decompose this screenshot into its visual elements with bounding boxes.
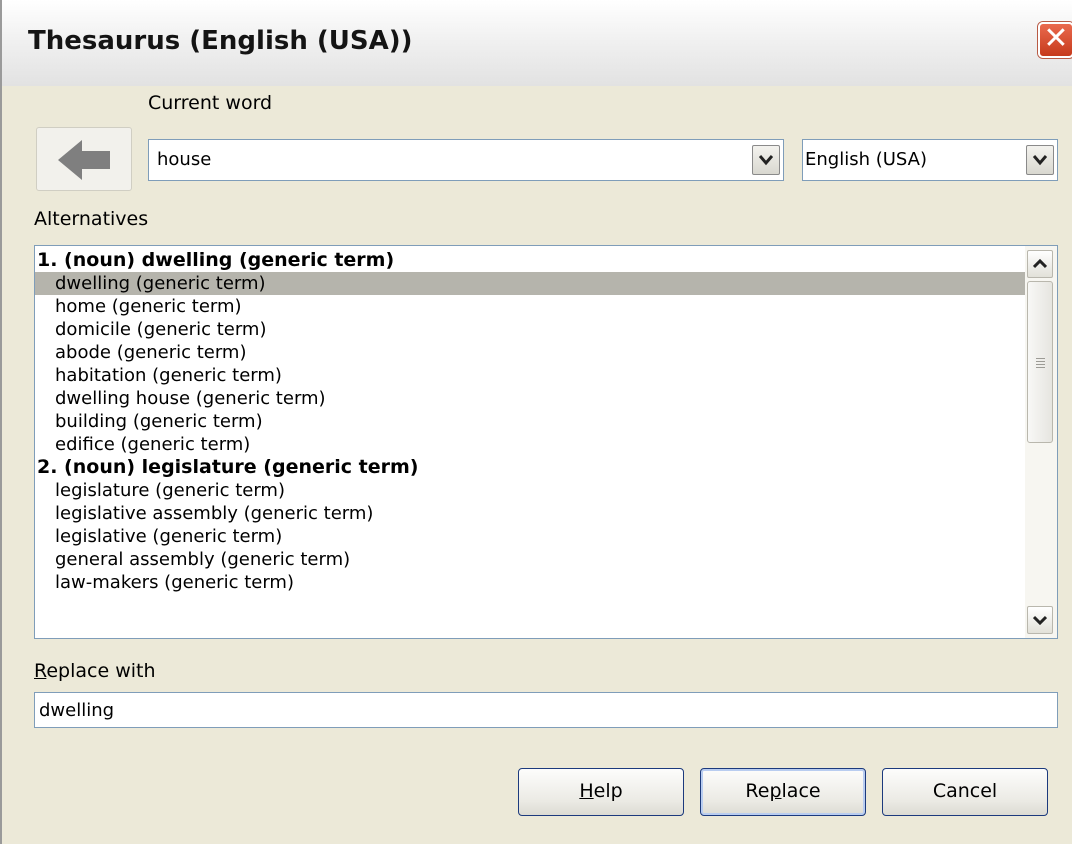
replace-with-input[interactable]: dwelling xyxy=(34,692,1058,728)
alternative-item[interactable]: domicile (generic term) xyxy=(35,318,1025,341)
alternative-item[interactable]: legislative assembly (generic term) xyxy=(35,502,1025,525)
alternative-item[interactable]: legislature (generic term) xyxy=(35,479,1025,502)
alternatives-label: Alternatives xyxy=(34,208,149,230)
scroll-down-button[interactable] xyxy=(1027,606,1053,634)
alternatives-listbox[interactable]: 1. (noun) dwelling (generic term) dwelli… xyxy=(34,245,1058,639)
replace-button[interactable]: Replace xyxy=(700,768,866,816)
alternative-item[interactable]: legislative (generic term) xyxy=(35,525,1025,548)
current-word-value[interactable]: house xyxy=(157,149,211,170)
thesaurus-dialog: Thesaurus (English (USA)) ✕ Current word… xyxy=(0,0,1072,844)
thumb-grip-line xyxy=(1036,358,1045,359)
cancel-button[interactable]: Cancel xyxy=(882,768,1048,816)
chevron-down-icon xyxy=(759,155,773,166)
language-value[interactable]: English (USA) xyxy=(805,149,927,170)
alternative-item[interactable]: building (generic term) xyxy=(35,410,1025,433)
current-word-dropdown-button[interactable] xyxy=(752,145,780,175)
back-button[interactable] xyxy=(36,127,132,191)
meaning-header[interactable]: 1. (noun) dwelling (generic term) xyxy=(35,249,1027,272)
scroll-up-button[interactable] xyxy=(1027,250,1053,278)
dialog-title: Thesaurus (English (USA)) xyxy=(28,26,413,56)
close-icon: ✕ xyxy=(1043,21,1069,56)
alternatives-scrollbar[interactable] xyxy=(1025,246,1057,638)
chevron-down-icon xyxy=(1033,615,1047,625)
thumb-grip-line xyxy=(1036,364,1045,365)
current-word-label: Current word xyxy=(148,92,273,114)
alternative-item[interactable]: home (generic term) xyxy=(35,295,1025,318)
thumb-grip-line xyxy=(1036,361,1045,362)
alternative-item[interactable]: habitation (generic term) xyxy=(35,364,1025,387)
alternative-item[interactable]: general assembly (generic term) xyxy=(35,548,1025,571)
alternative-item-selected[interactable]: dwelling (generic term) xyxy=(35,272,1025,295)
help-button[interactable]: Help xyxy=(518,768,684,816)
replace-with-value[interactable]: dwelling xyxy=(39,700,114,721)
alternative-item[interactable]: edifice (generic term) xyxy=(35,433,1025,456)
scroll-thumb[interactable] xyxy=(1027,281,1053,443)
close-button[interactable]: ✕ xyxy=(1038,22,1072,58)
chevron-down-icon xyxy=(1033,155,1047,166)
alternative-item[interactable]: abode (generic term) xyxy=(35,341,1025,364)
current-word-combobox[interactable]: house xyxy=(148,139,784,181)
alternative-item[interactable]: law-makers (generic term) xyxy=(35,571,1025,594)
meaning-header[interactable]: 2. (noun) legislature (generic term) xyxy=(35,456,1027,479)
language-combobox[interactable]: English (USA) xyxy=(802,139,1058,181)
title-bar: Thesaurus (English (USA)) ✕ xyxy=(2,0,1072,86)
thumb-grip-line xyxy=(1036,367,1045,368)
left-arrow-icon xyxy=(58,140,110,180)
chevron-up-icon xyxy=(1033,259,1047,269)
language-dropdown-button[interactable] xyxy=(1026,145,1054,175)
alternative-item[interactable]: dwelling house (generic term) xyxy=(35,387,1025,410)
replace-with-label: Replace with xyxy=(34,660,156,682)
